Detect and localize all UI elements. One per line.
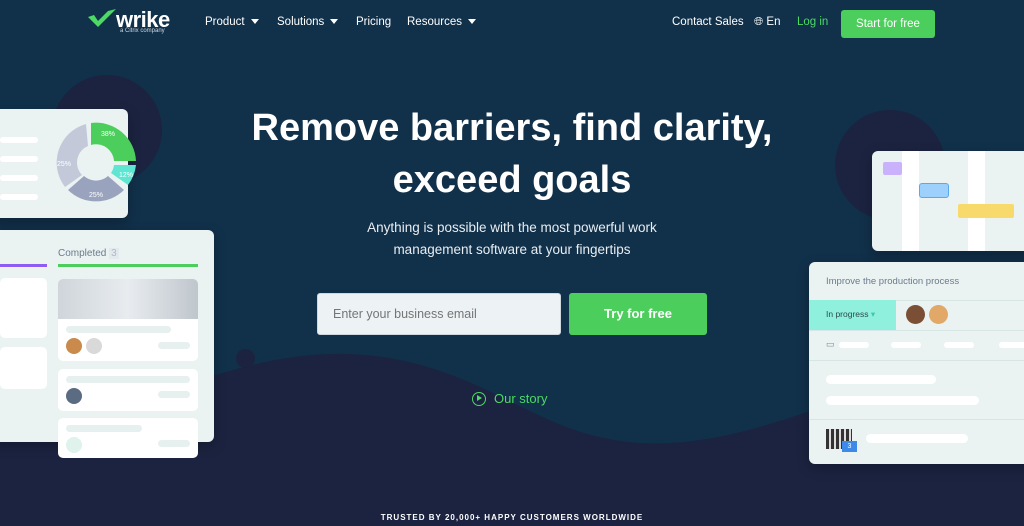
- trusted-banner: TRUSTED BY 20,000+ HAPPY CUSTOMERS WORLD…: [380, 513, 644, 522]
- task-card[interactable]: [58, 279, 198, 361]
- task-detail-card: Improve the production process In progre…: [809, 262, 1024, 464]
- status-dropdown[interactable]: In progress ▾: [809, 300, 896, 330]
- top-nav: wrike a Citrix company Product Solutions…: [0, 0, 1024, 46]
- nav-pricing[interactable]: Pricing: [356, 16, 391, 28]
- caret-down-icon: [250, 19, 259, 25]
- play-icon: [472, 391, 486, 406]
- caret-down-icon: [330, 19, 339, 25]
- gantt-card: [872, 151, 1024, 251]
- our-story-link[interactable]: Our story: [472, 391, 547, 406]
- email-input[interactable]: [317, 293, 561, 335]
- start-free-button[interactable]: Start for free: [841, 10, 935, 38]
- hero-title: Remove barriers, find clarity, exceed goa…: [251, 107, 773, 201]
- chart-card: 38% 12% 25% 25%: [0, 109, 136, 218]
- nav-solutions[interactable]: Solutions: [277, 16, 339, 28]
- column-title: Completed 3: [58, 248, 119, 259]
- check-logo-icon: [88, 9, 116, 27]
- wrike-logo[interactable]: wrike a Citrix company: [88, 7, 170, 34]
- try-free-button[interactable]: Try for free: [569, 293, 707, 335]
- login-link[interactable]: Log in: [797, 16, 828, 28]
- board-card: Completed 3: [0, 230, 214, 458]
- contact-sales-link[interactable]: Contact Sales: [672, 16, 744, 28]
- comment-badge: 3: [842, 441, 857, 452]
- slice-38: [91, 122, 136, 161]
- nav-product[interactable]: Product: [205, 16, 259, 28]
- language-selector[interactable]: 🌐︎ En: [754, 16, 780, 29]
- task-image: [58, 279, 198, 319]
- task-title: Improve the production process: [826, 276, 960, 287]
- decor-dot: [236, 349, 255, 368]
- caret-down-icon: [467, 19, 476, 25]
- meta-icons: ▭: [826, 339, 835, 349]
- task-card[interactable]: [58, 418, 198, 458]
- task-card[interactable]: [58, 369, 198, 411]
- nav-resources[interactable]: Resources: [407, 16, 476, 28]
- logo-subtext: a Citrix company: [120, 28, 165, 34]
- globe-icon: 🌐︎: [754, 16, 764, 28]
